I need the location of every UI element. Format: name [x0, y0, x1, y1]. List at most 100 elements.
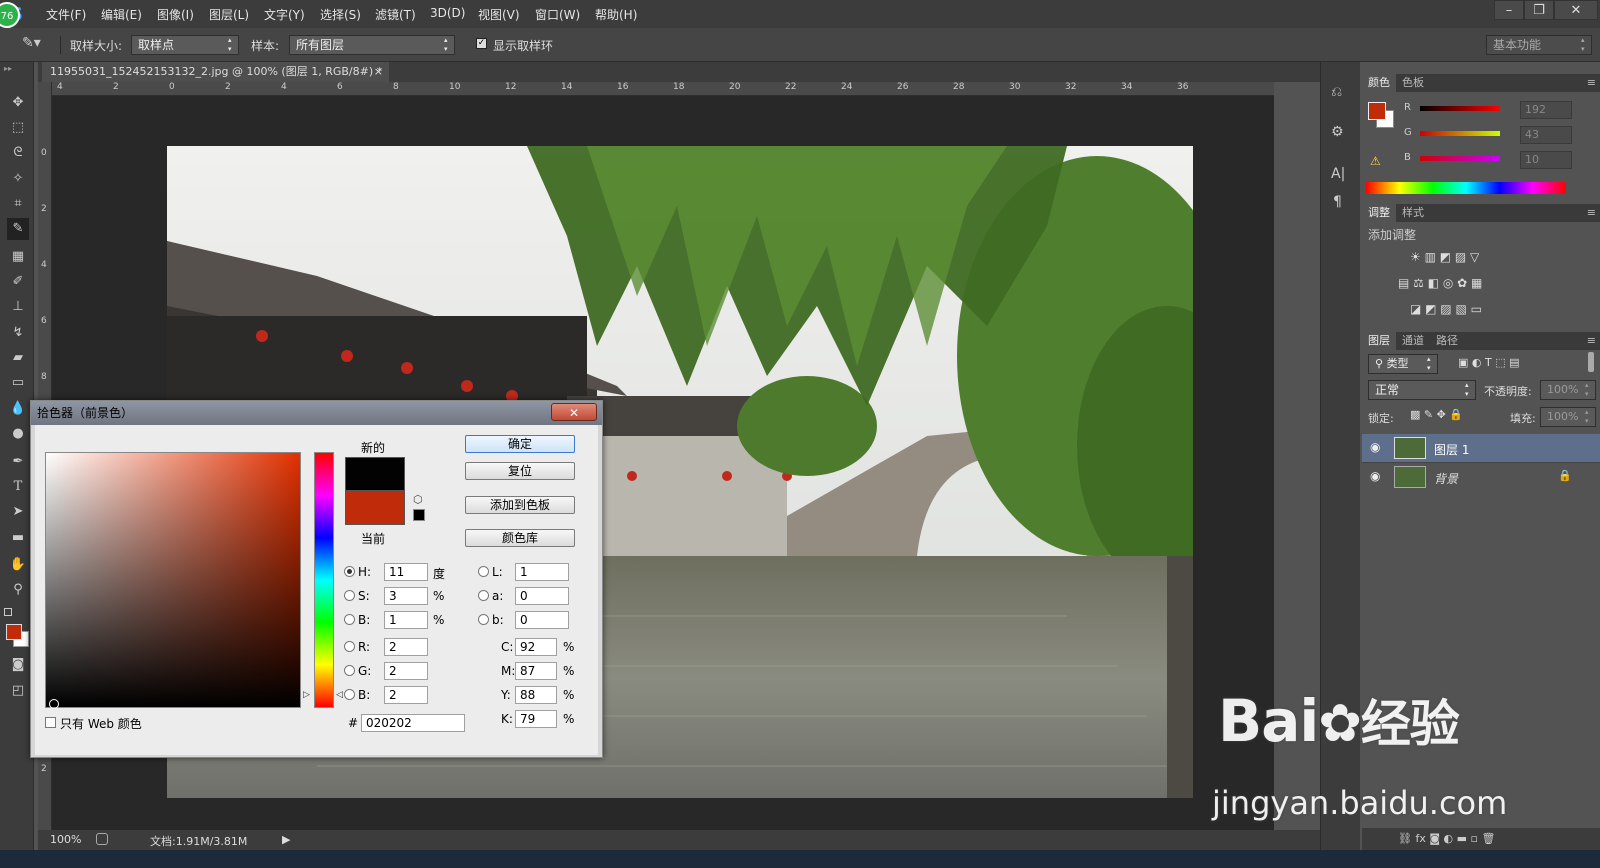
lab-b-radio[interactable] [478, 614, 489, 625]
gamut-warning-icon[interactable]: ⚠ [1370, 154, 1381, 168]
b-input[interactable]: 1 [384, 611, 428, 629]
r-radio[interactable] [344, 641, 355, 652]
blur-tool-icon[interactable]: 💧 [7, 398, 29, 420]
reset-button[interactable]: 复位 [465, 462, 575, 480]
marquee-tool-icon[interactable]: ⬚ [7, 117, 29, 139]
path-select-tool-icon[interactable]: ➤ [7, 501, 29, 523]
hex-input[interactable]: 020202 [361, 714, 465, 732]
blend-mode-select[interactable]: 正常 [1368, 380, 1476, 400]
g-input[interactable]: 2 [384, 662, 428, 680]
m-input[interactable]: 87 [515, 662, 557, 680]
crop-tool-icon[interactable]: ⌗ [7, 193, 29, 215]
zoom-level[interactable]: 100% [50, 833, 81, 846]
shape-tool-icon[interactable]: ▬ [7, 527, 29, 549]
s-radio[interactable] [344, 590, 355, 601]
tab-styles[interactable]: 样式 [1396, 204, 1430, 222]
menu-window[interactable]: 窗口(W) [535, 6, 580, 23]
status-menu-arrow-icon[interactable]: ▶ [282, 833, 290, 846]
a-radio[interactable] [478, 590, 489, 601]
menu-type[interactable]: 文字(Y) [264, 6, 305, 23]
y-input[interactable]: 88 [515, 686, 557, 704]
r-value[interactable]: 192 [1520, 101, 1572, 119]
zoom-tool-icon[interactable]: ⚲ [7, 579, 29, 601]
lasso-tool-icon[interactable]: ᘓ [7, 142, 29, 164]
ok-button[interactable]: 确定 [465, 435, 575, 453]
color-panel-foreground[interactable] [1368, 102, 1386, 120]
history-brush-icon[interactable]: ↯ [7, 322, 29, 344]
quick-select-tool-icon[interactable]: ✧ [7, 168, 29, 190]
adjust-icons-row3[interactable]: ◪ ◩ ▨ ▧ ▭ [1410, 302, 1482, 316]
hue-slider-arrow-left[interactable]: ▷ [303, 690, 310, 700]
color-picker-cursor[interactable] [49, 699, 59, 709]
foreground-color-swatch[interactable] [6, 624, 22, 640]
layer-row[interactable]: ◉ 背景 🔒 [1362, 462, 1600, 490]
move-tool-icon[interactable]: ✥ [7, 92, 29, 114]
properties-panel-icon[interactable]: ⚙ [1331, 124, 1344, 140]
current-color-swatch[interactable] [345, 491, 405, 525]
l-radio[interactable] [478, 566, 489, 577]
eraser-tool-icon[interactable]: ▰ [7, 347, 29, 369]
panel-menu-icon[interactable]: ≡ [1587, 332, 1596, 350]
tab-paths[interactable]: 路径 [1430, 332, 1464, 350]
visibility-eye-icon[interactable]: ◉ [1370, 469, 1380, 483]
r-slider[interactable] [1420, 106, 1500, 111]
layer-name[interactable]: 图层 1 [1434, 441, 1469, 458]
r-input[interactable]: 2 [384, 638, 428, 656]
brush-tool-icon[interactable]: ✐ [7, 271, 29, 293]
opacity-input[interactable]: 100% [1540, 380, 1596, 400]
paragraph-panel-icon[interactable]: ¶ [1333, 194, 1342, 210]
b-slider[interactable] [1420, 156, 1500, 161]
b-value[interactable]: 10 [1520, 151, 1572, 169]
menu-view[interactable]: 视图(V) [478, 6, 520, 23]
menu-filter[interactable]: 滤镜(T) [375, 6, 416, 23]
saturation-brightness-field[interactable] [45, 452, 301, 709]
menu-3d[interactable]: 3D(D) [430, 6, 465, 20]
filter-toggle[interactable] [1588, 352, 1594, 372]
panel-menu-icon[interactable]: ≡ [1587, 204, 1596, 222]
pen-tool-icon[interactable]: ✒ [7, 451, 29, 473]
minimize-button[interactable]: – [1494, 0, 1524, 20]
close-tab-icon[interactable]: × [374, 62, 383, 82]
lock-icons[interactable]: ▩ ✎ ✥ 🔒 [1410, 408, 1463, 421]
tab-layers[interactable]: 图层 [1362, 332, 1396, 350]
panel-menu-icon[interactable]: ≡ [1587, 74, 1596, 92]
collapse-icon[interactable]: ▸▸ [4, 64, 12, 73]
hue-slider[interactable] [314, 452, 334, 708]
c-input[interactable]: 92 [515, 638, 557, 656]
s-input[interactable]: 3 [384, 587, 428, 605]
g-value[interactable]: 43 [1520, 126, 1572, 144]
layer-row[interactable]: ◉ 图层 1 [1362, 434, 1600, 462]
g-radio[interactable] [344, 665, 355, 676]
g-slider[interactable] [1420, 131, 1500, 136]
workspace-select[interactable]: 基本功能 [1486, 35, 1592, 55]
blue-radio[interactable] [344, 689, 355, 700]
k-input[interactable]: 79 [515, 710, 557, 728]
layer-filter-select[interactable]: ⚲ 类型 [1368, 354, 1438, 374]
blue-input[interactable]: 2 [384, 686, 428, 704]
dialog-close-button[interactable]: ✕ [551, 403, 597, 421]
web-colors-checkbox[interactable] [45, 717, 56, 728]
eyedropper-tool-icon[interactable]: ✎ [7, 218, 29, 240]
doc-status-icon[interactable] [96, 833, 108, 845]
h-input[interactable]: 11 [384, 563, 428, 581]
tab-swatches[interactable]: 色板 [1396, 74, 1430, 92]
layer-name[interactable]: 背景 [1434, 470, 1458, 487]
web-safe-swatch[interactable] [413, 509, 425, 521]
fill-input[interactable]: 100% [1540, 407, 1596, 427]
sample-size-select[interactable]: 取样点 [131, 35, 239, 55]
h-radio[interactable] [344, 566, 355, 577]
stamp-tool-icon[interactable]: ⊥ [7, 296, 29, 318]
menu-layer[interactable]: 图层(L) [209, 6, 249, 23]
adjust-icons-row2[interactable]: ▤ ⚖ ◧ ◎ ✿ ▦ [1398, 276, 1482, 290]
gradient-tool-icon[interactable]: ▭ [7, 372, 29, 394]
hand-tool-icon[interactable]: ✋ [7, 554, 29, 576]
menu-select[interactable]: 选择(S) [320, 6, 361, 23]
color-ramp[interactable] [1366, 182, 1566, 194]
eyedropper-icon[interactable]: ✎▾ [22, 35, 41, 51]
menu-edit[interactable]: 编辑(E) [101, 6, 142, 23]
show-ring-checkbox[interactable]: ✓ [476, 38, 487, 49]
lab-b-input[interactable]: 0 [515, 611, 569, 629]
menu-image[interactable]: 图像(I) [157, 6, 194, 23]
l-input[interactable]: 1 [515, 563, 569, 581]
adjust-icons-row1[interactable]: ☀ ▥ ◩ ▨ ▽ [1410, 250, 1479, 264]
